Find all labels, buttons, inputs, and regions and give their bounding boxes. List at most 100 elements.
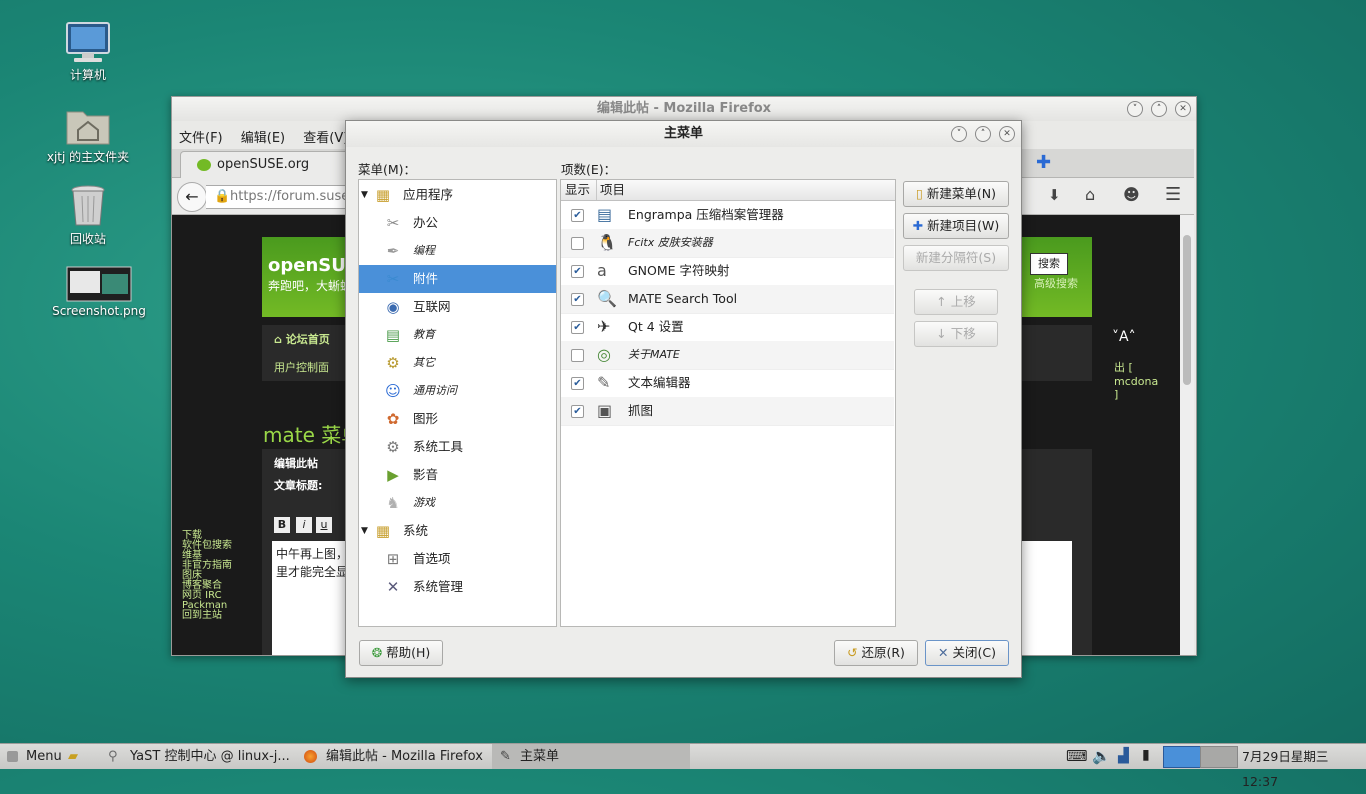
desktop-icon-home[interactable]: xjtj 的主文件夹 — [33, 104, 143, 165]
tree-item[interactable]: ◉ 互联网 — [359, 293, 556, 321]
column-item[interactable]: 项目 — [596, 180, 625, 200]
desktop-icon-screenshot[interactable]: Screenshot.png — [44, 266, 154, 318]
show-checkbox[interactable] — [571, 237, 584, 250]
close-button[interactable]: ✕ — [1175, 101, 1191, 117]
start-menu-button[interactable]: Menu ▰ — [0, 744, 114, 769]
show-checkbox[interactable]: ✔ — [571, 405, 584, 418]
subject-label: 文章标题: — [274, 479, 323, 492]
show-checkbox[interactable]: ✔ — [571, 265, 584, 278]
tree-item[interactable]: ▤ 教育 — [359, 321, 556, 349]
font-size-control[interactable]: ˅A˄ — [1112, 329, 1136, 345]
tree-item[interactable]: ✿ 图形 — [359, 405, 556, 433]
item-row[interactable]: ✔ ✎ 文本编辑器 — [561, 369, 894, 398]
item-row[interactable]: ✔ ▣ 抓图 — [561, 397, 894, 426]
chat-icon[interactable]: ☻ — [1123, 185, 1140, 204]
new-item-button[interactable]: ✚ 新建项目(W) — [903, 213, 1009, 239]
volume-icon[interactable]: 🔈 — [1092, 747, 1111, 765]
workspace-1[interactable] — [1163, 746, 1201, 768]
new-tab-icon[interactable]: ✚ — [1036, 152, 1051, 173]
task-main-menu[interactable]: ✎ 主菜单 — [492, 744, 690, 769]
bold-button[interactable]: B — [274, 517, 290, 533]
close-dialog-button[interactable]: ✕ 关闭(C) — [925, 640, 1009, 666]
home-icon[interactable]: ⌂ — [1085, 185, 1095, 204]
graphics-icon: ✿ — [386, 410, 400, 428]
clock[interactable]: 7月29日星期三 12:37 — [1242, 744, 1366, 794]
show-checkbox[interactable]: ✔ — [571, 209, 584, 222]
folder-icon[interactable]: ▰ — [68, 744, 78, 769]
revert-button[interactable]: ↺ 还原(R) — [834, 640, 918, 666]
italic-button[interactable]: i — [296, 517, 312, 533]
desktop-icon-label: 计算机 — [69, 68, 106, 82]
task-yast[interactable]: ⚲ YaST 控制中心 @ linux-j... — [102, 744, 312, 769]
tree-item[interactable]: ☺ 通用访问 — [359, 377, 556, 405]
item-row[interactable]: 🐧 Fcitx 皮肤安装器 — [561, 229, 894, 258]
column-show[interactable]: 显示 — [565, 180, 590, 200]
tree-item[interactable]: ✂ 办公 — [359, 209, 556, 237]
show-checkbox[interactable]: ✔ — [571, 321, 584, 334]
advanced-search-link[interactable]: 高级搜索 — [1034, 275, 1078, 291]
tree-item[interactable]: ✒ 编程 — [359, 237, 556, 265]
preferences-icon: ⊞ — [386, 550, 400, 568]
expander-icon[interactable]: ▼ — [361, 517, 368, 545]
keyboard-icon[interactable]: ⌨ — [1066, 747, 1088, 765]
page-scrollbar[interactable] — [1180, 215, 1194, 655]
menu-icon — [7, 751, 18, 762]
dialog-titlebar: 主菜单 ˅ ˄ ✕ — [346, 121, 1021, 147]
menu-view[interactable]: 查看(V) — [303, 131, 348, 146]
move-up-button[interactable]: ↑ 上移 — [914, 289, 998, 315]
tree-item[interactable]: ✂ 附件 — [359, 265, 556, 293]
dialog-maximize-button[interactable]: ˄ — [975, 126, 991, 142]
tree-item[interactable]: ⚙ 系统工具 — [359, 433, 556, 461]
network-icon[interactable]: ▟ — [1118, 748, 1129, 764]
scrollbar-thumb[interactable] — [1183, 235, 1191, 385]
tree-item[interactable]: ♞ 游戏 — [359, 489, 556, 517]
menu-edit[interactable]: 编辑(E) — [241, 131, 285, 146]
breadcrumb-home[interactable]: ⌂ 论坛首页 — [274, 331, 330, 347]
trash-icon — [64, 184, 112, 228]
back-button[interactable]: ← — [177, 182, 207, 212]
item-row[interactable]: ✔ a GNOME 字符映射 — [561, 257, 894, 286]
workspace-2[interactable] — [1200, 746, 1238, 768]
show-checkbox[interactable]: ✔ — [571, 377, 584, 390]
underline-button[interactable]: u — [316, 517, 332, 533]
hamburger-menu-icon[interactable]: ☰ — [1165, 184, 1181, 205]
text-editor-icon: ✎ — [597, 373, 611, 392]
desktop-icon-computer[interactable]: 计算机 — [33, 22, 143, 83]
tree-item[interactable]: ▼ ▦ 系统 — [359, 517, 556, 545]
dialog-close-button[interactable]: ✕ — [999, 126, 1015, 142]
expander-icon[interactable]: ▼ — [361, 181, 368, 209]
desktop-icon-trash[interactable]: 回收站 — [33, 184, 143, 247]
help-button[interactable]: ❂ 帮助(H) — [359, 640, 443, 666]
item-label: 抓图 — [628, 403, 654, 418]
maximize-button[interactable]: ˄ — [1151, 101, 1167, 117]
opensuse-favicon — [197, 159, 211, 171]
new-menu-button[interactable]: ▯ 新建菜单(N) — [903, 181, 1009, 207]
menu-file[interactable]: 文件(F) — [179, 131, 223, 146]
item-row[interactable]: ◎ 关于MATE — [561, 341, 894, 370]
dialog-minimize-button[interactable]: ˅ — [951, 126, 967, 142]
task-firefox[interactable]: 编辑此帖 - Mozilla Firefox — [298, 744, 508, 769]
search-button[interactable]: 搜索 — [1030, 253, 1068, 275]
item-row[interactable]: ✔ ▤ Engrampa 压缩档案管理器 — [561, 201, 894, 230]
tree-item[interactable]: ▼ ▦ 应用程序 — [359, 181, 556, 209]
tree-item[interactable]: ✕ 系统管理 — [359, 573, 556, 601]
move-down-button[interactable]: ↓ 下移 — [914, 321, 998, 347]
show-checkbox[interactable]: ✔ — [571, 293, 584, 306]
item-row[interactable]: ✔ ✈ Qt 4 设置 — [561, 313, 894, 342]
new-separator-button[interactable]: 新建分隔符(S) — [903, 245, 1009, 271]
show-checkbox[interactable] — [571, 349, 584, 362]
user-panel-link[interactable]: 用户控制面 — [274, 359, 329, 375]
minimize-button[interactable]: ˅ — [1127, 101, 1143, 117]
tree-item[interactable]: ⊞ 首选项 — [359, 545, 556, 573]
add-icon: ✚ — [912, 218, 924, 233]
download-icon[interactable]: ⬇ — [1048, 186, 1061, 204]
tree-item[interactable]: ▶ 影音 — [359, 461, 556, 489]
home-folder-icon — [64, 104, 112, 146]
items-list[interactable]: 显示 项目 ✔ ▤ Engrampa 压缩档案管理器 🐧 Fcitx 皮肤安装器 ✔ a GN… — [560, 179, 896, 627]
item-row[interactable]: ✔ 🔍 MATE Search Tool — [561, 285, 894, 314]
menu-tree[interactable]: ▼ ▦ 应用程序 ✂ 办公 ✒ 编程 ✂ 附件 ◉ 互联网 ▤ 教育 ⚙ 其它 ☺ 通用访问 ✿ 图形 ⚙ 系统工具 ▶ 影… — [358, 179, 557, 627]
tree-item[interactable]: ⚙ 其它 — [359, 349, 556, 377]
edit-header: 编辑此帖 — [274, 457, 318, 470]
side-link[interactable]: 回到主站 — [182, 611, 232, 621]
battery-icon[interactable]: ▮ — [1142, 747, 1150, 763]
